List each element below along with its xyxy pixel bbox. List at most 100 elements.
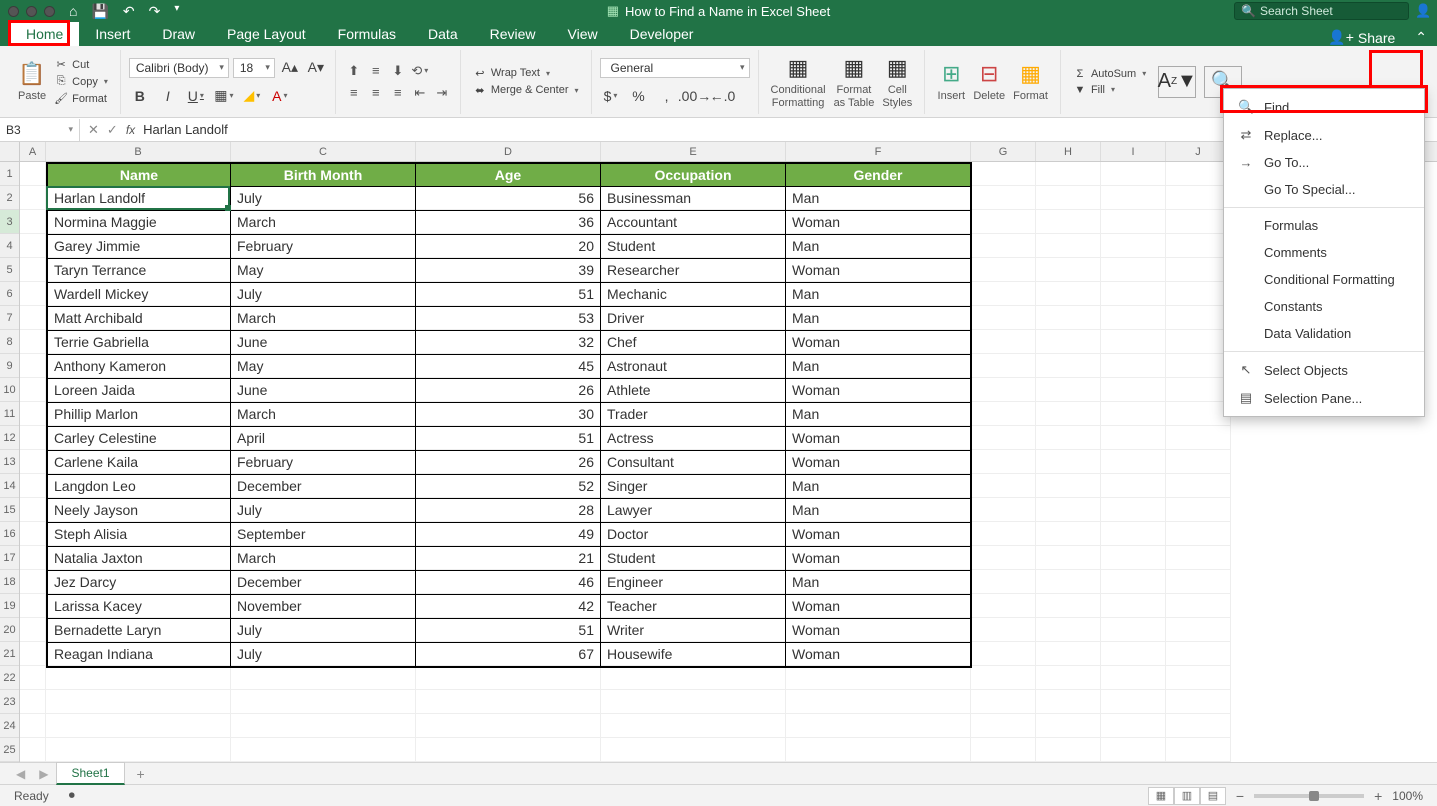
table-cell[interactable]: Woman: [786, 379, 971, 403]
table-cell[interactable]: Businessman: [601, 187, 786, 211]
table-cell[interactable]: 21: [416, 547, 601, 571]
table-cell[interactable]: Man: [786, 235, 971, 259]
table-cell[interactable]: July: [231, 187, 416, 211]
table-cell[interactable]: 26: [416, 379, 601, 403]
table-cell[interactable]: Man: [786, 355, 971, 379]
table-cell[interactable]: Researcher: [601, 259, 786, 283]
table-header-cell[interactable]: Age: [416, 163, 601, 187]
column-header[interactable]: A: [20, 142, 46, 161]
delete-cells-button[interactable]: ⊟Delete: [969, 60, 1009, 102]
collapse-ribbon-icon[interactable]: ⌃: [1415, 29, 1427, 46]
align-left-button[interactable]: ≡: [344, 84, 364, 102]
increase-font-button[interactable]: A▴: [279, 58, 301, 78]
tab-page-layout[interactable]: Page Layout: [211, 22, 322, 46]
autosum-button[interactable]: ΣAutoSum: [1069, 67, 1150, 81]
row-header[interactable]: 14: [0, 474, 19, 498]
table-cell[interactable]: Trader: [601, 403, 786, 427]
spreadsheet-grid[interactable]: 1234567891011121314151617181920212223242…: [0, 142, 1437, 762]
save-icon[interactable]: 💾: [91, 3, 108, 20]
table-cell[interactable]: Engineer: [601, 571, 786, 595]
table-cell[interactable]: 42: [416, 595, 601, 619]
table-cell[interactable]: July: [231, 499, 416, 523]
column-header[interactable]: F: [786, 142, 971, 161]
table-cell[interactable]: 51: [416, 283, 601, 307]
row-header[interactable]: 24: [0, 714, 19, 738]
column-header[interactable]: I: [1101, 142, 1166, 161]
table-cell[interactable]: Garey Jimmie: [47, 235, 231, 259]
table-header-cell[interactable]: Gender: [786, 163, 971, 187]
table-cell[interactable]: Woman: [786, 619, 971, 643]
table-cell[interactable]: Jez Darcy: [47, 571, 231, 595]
maximize-window[interactable]: [44, 6, 55, 17]
table-cell[interactable]: Lawyer: [601, 499, 786, 523]
table-cell[interactable]: Terrie Gabriella: [47, 331, 231, 355]
table-cell[interactable]: 52: [416, 475, 601, 499]
cell-styles-button[interactable]: ▦Cell Styles: [878, 54, 916, 108]
table-cell[interactable]: Man: [786, 403, 971, 427]
orientation-button[interactable]: ⟲: [410, 62, 430, 80]
row-header[interactable]: 18: [0, 570, 19, 594]
table-cell[interactable]: 56: [416, 187, 601, 211]
tab-view[interactable]: View: [552, 22, 614, 46]
table-cell[interactable]: May: [231, 355, 416, 379]
format-as-table-button[interactable]: ▦Format as Table: [830, 54, 879, 108]
table-cell[interactable]: Woman: [786, 211, 971, 235]
table-cell[interactable]: Neely Jayson: [47, 499, 231, 523]
normal-view-button[interactable]: ▦: [1148, 787, 1174, 805]
table-cell[interactable]: Chef: [601, 331, 786, 355]
sort-filter-button[interactable]: AZ▼: [1154, 66, 1200, 98]
row-header[interactable]: 11: [0, 402, 19, 426]
row-header[interactable]: 7: [0, 306, 19, 330]
decrease-decimal-button[interactable]: ←.0: [712, 86, 734, 106]
row-header[interactable]: 23: [0, 690, 19, 714]
column-header[interactable]: E: [601, 142, 786, 161]
redo-icon[interactable]: ↷: [149, 3, 161, 20]
row-header[interactable]: 16: [0, 522, 19, 546]
format-painter-button[interactable]: 🖌Format: [50, 91, 112, 106]
conditional-formatting-button[interactable]: ▦Conditional Formatting: [767, 54, 830, 108]
menu-find[interactable]: 🔍Find...: [1224, 93, 1424, 121]
table-cell[interactable]: Woman: [786, 523, 971, 547]
wrap-text-button[interactable]: ↩Wrap Text: [469, 66, 583, 81]
row-header[interactable]: 6: [0, 282, 19, 306]
table-cell[interactable]: Woman: [786, 595, 971, 619]
table-cell[interactable]: 20: [416, 235, 601, 259]
table-cell[interactable]: July: [231, 619, 416, 643]
row-header[interactable]: 17: [0, 546, 19, 570]
tab-data[interactable]: Data: [412, 22, 474, 46]
table-cell[interactable]: 51: [416, 427, 601, 451]
table-cell[interactable]: Matt Archibald: [47, 307, 231, 331]
cut-button[interactable]: ✂Cut: [50, 57, 112, 72]
column-header[interactable]: G: [971, 142, 1036, 161]
underline-button[interactable]: U: [185, 86, 207, 106]
currency-button[interactable]: $: [600, 86, 622, 106]
format-cells-button[interactable]: ▦Format: [1009, 60, 1052, 102]
macro-record-icon[interactable]: ⏺: [69, 788, 75, 803]
row-header[interactable]: 19: [0, 594, 19, 618]
table-cell[interactable]: Wardell Mickey: [47, 283, 231, 307]
menu-cond-fmt[interactable]: Conditional Formatting: [1224, 266, 1424, 293]
fx-icon[interactable]: fx: [126, 123, 135, 137]
zoom-in-button[interactable]: +: [1374, 788, 1382, 804]
table-cell[interactable]: March: [231, 403, 416, 427]
table-cell[interactable]: March: [231, 307, 416, 331]
row-header[interactable]: 2: [0, 186, 19, 210]
row-header[interactable]: 10: [0, 378, 19, 402]
decrease-font-button[interactable]: A▾: [305, 58, 327, 78]
font-color-button[interactable]: A: [269, 86, 291, 106]
table-cell[interactable]: 67: [416, 643, 601, 667]
table-cell[interactable]: Larissa Kacey: [47, 595, 231, 619]
row-header[interactable]: 25: [0, 738, 19, 762]
table-cell[interactable]: Woman: [786, 547, 971, 571]
row-header[interactable]: 12: [0, 426, 19, 450]
table-cell[interactable]: December: [231, 571, 416, 595]
tab-draw[interactable]: Draw: [146, 22, 211, 46]
minimize-window[interactable]: [26, 6, 37, 17]
menu-constants[interactable]: Constants: [1224, 293, 1424, 320]
page-layout-view-button[interactable]: ▥: [1174, 787, 1200, 805]
font-select[interactable]: Calibri (Body): [129, 58, 229, 78]
next-sheet-icon[interactable]: ▶: [33, 767, 54, 781]
table-cell[interactable]: June: [231, 379, 416, 403]
user-icon[interactable]: 👤: [1415, 3, 1431, 19]
table-cell[interactable]: 51: [416, 619, 601, 643]
